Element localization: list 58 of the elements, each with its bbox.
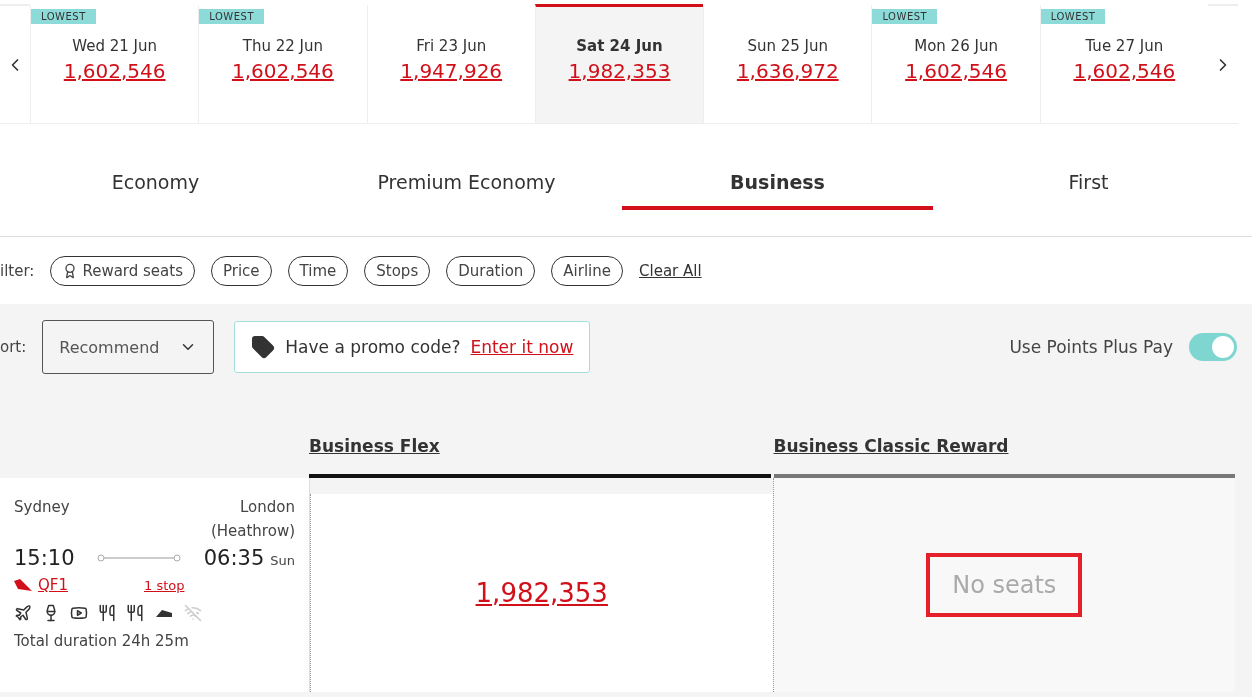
origin-city: Sydney (14, 498, 70, 516)
departure-time: 15:10 (14, 546, 75, 570)
promo-text: Have a promo code? (285, 337, 461, 357)
destination-airport: (Heathrow) (210, 522, 295, 540)
date-tab[interactable]: Fri 23 Jun 1,947,926 (366, 4, 535, 123)
flight-number-link[interactable]: QF1 (38, 576, 68, 594)
stops-link[interactable]: 1 stop (144, 577, 185, 593)
filter-chip[interactable]: Airline (551, 255, 624, 286)
date-tab[interactable]: LOWEST Thu 22 Jun 1,602,546 (198, 4, 367, 123)
date-label: Mon 26 Jun (914, 37, 998, 55)
date-price[interactable]: 1,602,546 (63, 59, 166, 83)
date-label: Sun 25 Jun (747, 37, 829, 55)
no-seats-text: No seats (952, 571, 1057, 599)
filter-label: ilter: (0, 261, 35, 280)
arrival-time: 06:35 (203, 546, 265, 570)
date-price[interactable]: 1,602,546 (905, 59, 1007, 83)
lowest-badge: LOWEST (872, 9, 938, 24)
tag-icon (251, 335, 276, 359)
date-tab[interactable]: Sat 24 Jun 1,982,353 (534, 4, 704, 123)
clear-all-link[interactable]: Clear All (639, 261, 702, 280)
date-tab[interactable]: LOWEST Tue 27 Jun 1,602,546 (1039, 4, 1208, 123)
cabin-tab[interactable]: Economy (0, 158, 311, 210)
cabin-tab[interactable]: Premium Economy (311, 158, 622, 210)
date-price[interactable]: 1,947,926 (400, 59, 503, 83)
kangaroo-tail-icon (14, 579, 32, 591)
date-label: Sat 24 Jun (576, 37, 663, 55)
points-plus-pay-toggle[interactable] (1189, 333, 1237, 361)
date-label: Wed 21 Jun (72, 37, 157, 55)
lowest-badge: LOWEST (31, 9, 96, 24)
filter-chip[interactable]: Reward seats (50, 255, 195, 286)
date-tab[interactable]: LOWEST Mon 26 Jun 1,602,546 (871, 4, 1040, 123)
lowest-badge: LOWEST (1040, 9, 1106, 24)
filter-chip[interactable]: Duration (446, 255, 536, 286)
points-plus-pay-label: Use Points Plus Pay (1009, 337, 1173, 357)
date-price[interactable]: 1,602,546 (1073, 59, 1176, 83)
sort-dropdown[interactable]: Recommend (42, 320, 215, 374)
date-price[interactable]: 1,636,972 (736, 59, 839, 83)
fare-price[interactable]: 1,982,353 (475, 578, 608, 608)
date-label: Thu 22 Jun (242, 37, 324, 55)
promo-link[interactable]: Enter it now (470, 337, 574, 357)
arrival-day: Sun (270, 553, 295, 568)
date-tab[interactable]: Sun 25 Jun 1,636,972 (703, 4, 872, 123)
filter-chip[interactable]: Price (210, 255, 272, 286)
fare-title-link[interactable]: Business Flex (309, 436, 440, 456)
destination-city: London (240, 498, 295, 516)
date-label: Tue 27 Jun (1085, 37, 1164, 55)
date-tab[interactable]: LOWEST Wed 21 Jun 1,602,546 (30, 4, 199, 123)
total-duration: Total duration 24h 25m (14, 632, 190, 650)
cabin-tab[interactable]: First (933, 158, 1244, 210)
cabin-tab[interactable]: Business (622, 158, 933, 210)
date-price[interactable]: 1,982,353 (568, 59, 671, 83)
filter-chip[interactable]: Stops (364, 255, 431, 286)
fare-title-link[interactable]: Business Classic Reward (773, 436, 1009, 456)
date-price[interactable]: 1,602,546 (232, 59, 334, 83)
lowest-badge: LOWEST (199, 9, 265, 24)
date-label: Fri 23 Jun (416, 37, 487, 55)
sort-label: ort: (0, 338, 27, 356)
filter-chip[interactable]: Time (287, 255, 349, 286)
